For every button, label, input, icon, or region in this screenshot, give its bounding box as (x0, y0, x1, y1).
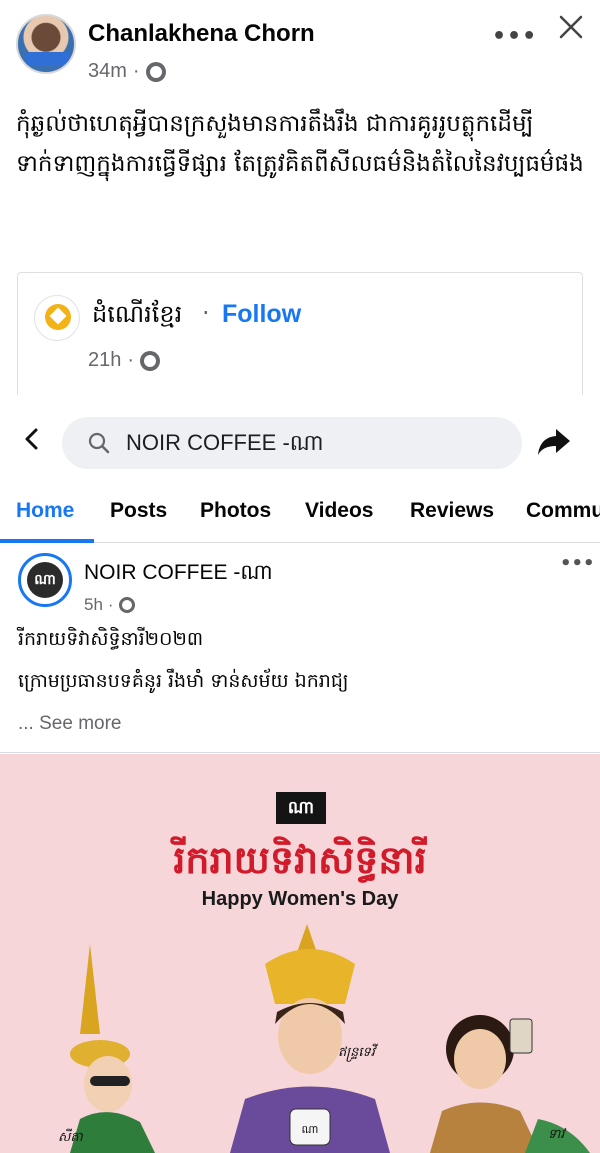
inner-meta-separator: · (107, 595, 114, 614)
post-header: Chanlakhena Chorn 34m · ••• (0, 0, 600, 95)
figure-right-label: ទាវ (548, 1127, 565, 1142)
shared-screenshot: NOIR COFFEE -ណា Home Posts Photos Videos… (0, 395, 600, 1153)
page-tabs: Home Posts Photos Videos Reviews Commu (0, 479, 600, 543)
figure-left-label: សីតា (58, 1130, 83, 1145)
share-icon[interactable] (536, 427, 572, 457)
tab-photos[interactable]: Photos (200, 499, 271, 523)
author-name[interactable]: Chanlakhena Chorn (88, 20, 315, 48)
inner-avatar-mark: ណា (27, 562, 63, 598)
globe-icon (145, 61, 166, 82)
avatar-badge (26, 52, 70, 66)
inner-post-time[interactable]: 5h (84, 595, 103, 615)
more-options-icon[interactable]: ••• (492, 24, 537, 49)
poster-logo: ណា (276, 792, 326, 824)
search-query: NOIR COFFEE -ណា (126, 430, 324, 455)
shared-page-card: ដំណើរខ្មែរ · Follow 21h · (17, 272, 583, 402)
figure-center-illustration: ណា (230, 924, 390, 1153)
figure-left-illustration (70, 944, 155, 1153)
inner-avatar[interactable]: ណា (18, 553, 72, 607)
tab-community[interactable]: Commu (526, 499, 600, 523)
poster-subtitle: Happy Women's Day (201, 888, 399, 910)
see-more-link[interactable]: ... See more (18, 713, 122, 735)
cup-logo-text: ណា (302, 1123, 319, 1136)
figure-center-label: ឥន្ទ្រទេវី (338, 1045, 375, 1060)
tab-home[interactable]: Home (16, 499, 74, 523)
meta-separator: · (132, 60, 140, 82)
author-avatar[interactable] (16, 14, 76, 74)
inner-post-line-2: ក្រោមប្រធានបទគំនូរ រឹងមាំ ទាន់សម័យ ឯករាជ… (18, 670, 349, 692)
globe-icon (118, 597, 135, 613)
page-time[interactable]: 21h (88, 349, 121, 372)
poster-image[interactable]: ណា រីករាយទិវាសិទ្ធិនារី Happy Women's Da… (0, 754, 600, 1153)
inner-post: ណា NOIR COFFEE -ណា 5h · ••• រីករាយទិវាសិ… (0, 543, 600, 753)
tab-posts[interactable]: Posts (110, 499, 167, 523)
page-avatar[interactable] (34, 295, 80, 341)
follow-button[interactable]: Follow (222, 300, 301, 329)
page-meta-separator: · (127, 349, 135, 371)
inner-more-options-icon[interactable]: ••• (560, 553, 595, 574)
search-row: NOIR COFFEE -ណា (0, 395, 600, 479)
tab-videos[interactable]: Videos (305, 499, 373, 523)
globe-icon (140, 350, 161, 371)
post-time[interactable]: 34m (88, 60, 127, 83)
close-icon[interactable] (556, 12, 586, 42)
page-name[interactable]: ដំណើរខ្មែរ (92, 299, 182, 334)
tab-reviews[interactable]: Reviews (410, 499, 494, 523)
page-separator: · (202, 299, 210, 327)
inner-author-name[interactable]: NOIR COFFEE -ណា (84, 559, 273, 590)
back-arrow-icon[interactable] (22, 427, 42, 451)
inner-post-line-1: រីករាយទិវាសិទ្ធិនារី២០២៣ (18, 628, 204, 650)
search-input[interactable]: NOIR COFFEE -ណា (62, 417, 522, 469)
inner-post-meta: 5h · (84, 595, 135, 615)
search-icon (88, 432, 110, 454)
page-meta: 21h · (88, 349, 161, 372)
post-meta: 34m · (88, 60, 166, 83)
poster-title: រីករាយទិវាសិទ្ធិនារី (173, 838, 427, 882)
post-text: កុំឆ្ងល់ថាហេតុអ្វីបានក្រសួងមានការតឹងរឹង … (16, 111, 584, 177)
